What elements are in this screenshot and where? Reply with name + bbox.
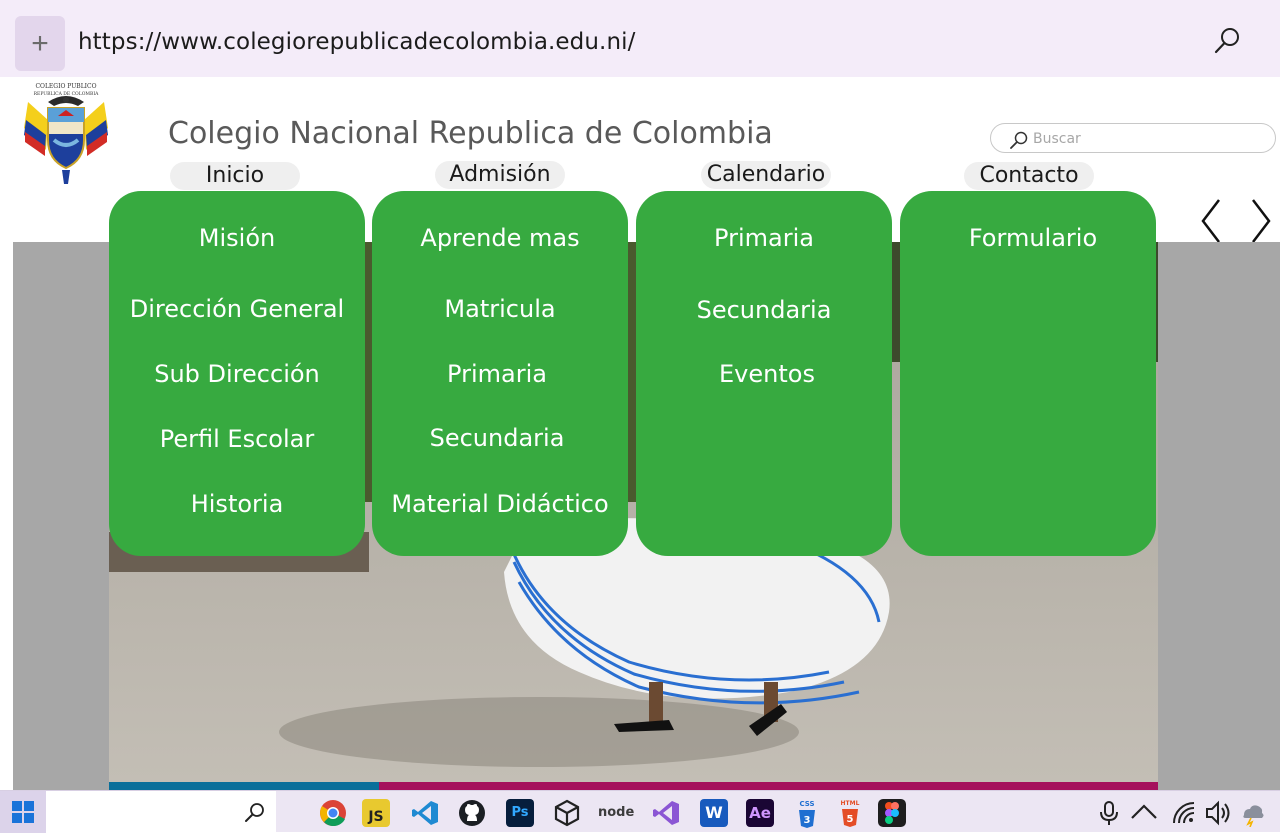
menu-panel-inicio: Misión Dirección General Sub Dirección P…: [109, 191, 365, 556]
svg-text:3: 3: [804, 815, 811, 826]
search-icon[interactable]: [244, 801, 266, 823]
github-icon[interactable]: [458, 799, 486, 827]
tab-contacto[interactable]: Contacto: [964, 162, 1094, 190]
weather-icon[interactable]: [1238, 799, 1266, 827]
menu-item-material-didactico[interactable]: Material Didáctico: [372, 490, 628, 518]
menu-item-secundaria[interactable]: Secundaria: [369, 424, 625, 452]
search-input[interactable]: [1033, 128, 1263, 150]
browser-bar: + https://www.colegiorepublicadecolombia…: [0, 0, 1280, 77]
search-icon[interactable]: [1009, 130, 1029, 150]
html5-icon[interactable]: HTML 5: [836, 799, 864, 827]
taskbar: JS Ps node W Ae CSS 3 HTML 5: [0, 790, 1280, 833]
windows-icon: [12, 801, 34, 823]
school-logo[interactable]: COLEGIO PUBLICO REPUBLICA DE COLOMBIA: [18, 80, 114, 188]
menu-item-matricula[interactable]: Matricula: [372, 295, 628, 323]
word-icon[interactable]: W: [700, 799, 728, 827]
javascript-icon[interactable]: JS: [362, 799, 390, 827]
site-title: Colegio Nacional Republica de Colombia: [168, 116, 773, 151]
menu-item-mision[interactable]: Misión: [109, 224, 365, 252]
site-search-box[interactable]: [990, 123, 1276, 153]
html5-label: HTML: [840, 800, 860, 807]
logo-text: COLEGIO PUBLICO: [35, 83, 96, 90]
taskbar-search-box[interactable]: [46, 791, 276, 833]
vscode-icon[interactable]: [411, 799, 439, 827]
carousel-next-arrow-icon[interactable]: [1249, 198, 1273, 244]
menu-panel-admision: Aprende mas Matricula Primaria Secundari…: [372, 191, 628, 556]
menu-item-perfil-escolar[interactable]: Perfil Escolar: [109, 425, 365, 453]
unity-icon[interactable]: [553, 799, 581, 827]
tab-inicio[interactable]: Inicio: [170, 162, 300, 190]
tab-admision[interactable]: Admisión: [435, 161, 565, 189]
menu-item-direccion-general[interactable]: Dirección General: [109, 295, 365, 323]
svg-text:5: 5: [847, 814, 854, 825]
css3-icon[interactable]: CSS 3: [793, 799, 821, 828]
after-effects-icon[interactable]: Ae: [746, 799, 774, 827]
address-bar-url[interactable]: https://www.colegiorepublicadecolombia.e…: [78, 29, 635, 55]
chrome-icon[interactable]: [319, 799, 347, 827]
menu-item-sub-direccion[interactable]: Sub Dirección: [109, 360, 365, 388]
menu-item-primaria[interactable]: Primaria: [636, 224, 892, 252]
new-tab-button[interactable]: +: [15, 16, 65, 71]
menu-item-secundaria[interactable]: Secundaria: [636, 296, 892, 324]
search-icon[interactable]: [1212, 26, 1242, 56]
photoshop-icon[interactable]: Ps: [506, 799, 534, 827]
menu-item-historia[interactable]: Historia: [109, 490, 365, 518]
footer-strip-blue: [109, 782, 379, 790]
html5-shield-icon: 5: [842, 809, 858, 827]
nodejs-icon[interactable]: node: [598, 799, 634, 827]
menu-item-primaria[interactable]: Primaria: [369, 360, 625, 388]
menu-panel-calendario: Primaria Secundaria Eventos: [636, 191, 892, 556]
menu-item-formulario[interactable]: Formulario: [905, 224, 1161, 252]
wifi-icon[interactable]: [1170, 799, 1198, 827]
menu-panel-contacto: Formulario: [900, 191, 1156, 556]
volume-icon[interactable]: [1204, 799, 1232, 827]
footer-strip-magenta: [379, 782, 1158, 790]
microphone-icon[interactable]: [1095, 799, 1123, 827]
menu-item-aprende-mas[interactable]: Aprende mas: [372, 224, 628, 252]
css3-shield-icon: 3: [799, 810, 815, 828]
carousel-prev-arrow-icon[interactable]: [1199, 198, 1223, 244]
menu-item-eventos[interactable]: Eventos: [639, 360, 895, 388]
css3-label: CSS: [799, 800, 815, 808]
chevron-up-icon[interactable]: [1130, 799, 1158, 827]
start-button[interactable]: [0, 791, 46, 833]
figma-icon[interactable]: [878, 799, 906, 827]
visual-studio-icon[interactable]: [652, 799, 680, 827]
tab-calendario[interactable]: Calendario: [701, 161, 831, 189]
